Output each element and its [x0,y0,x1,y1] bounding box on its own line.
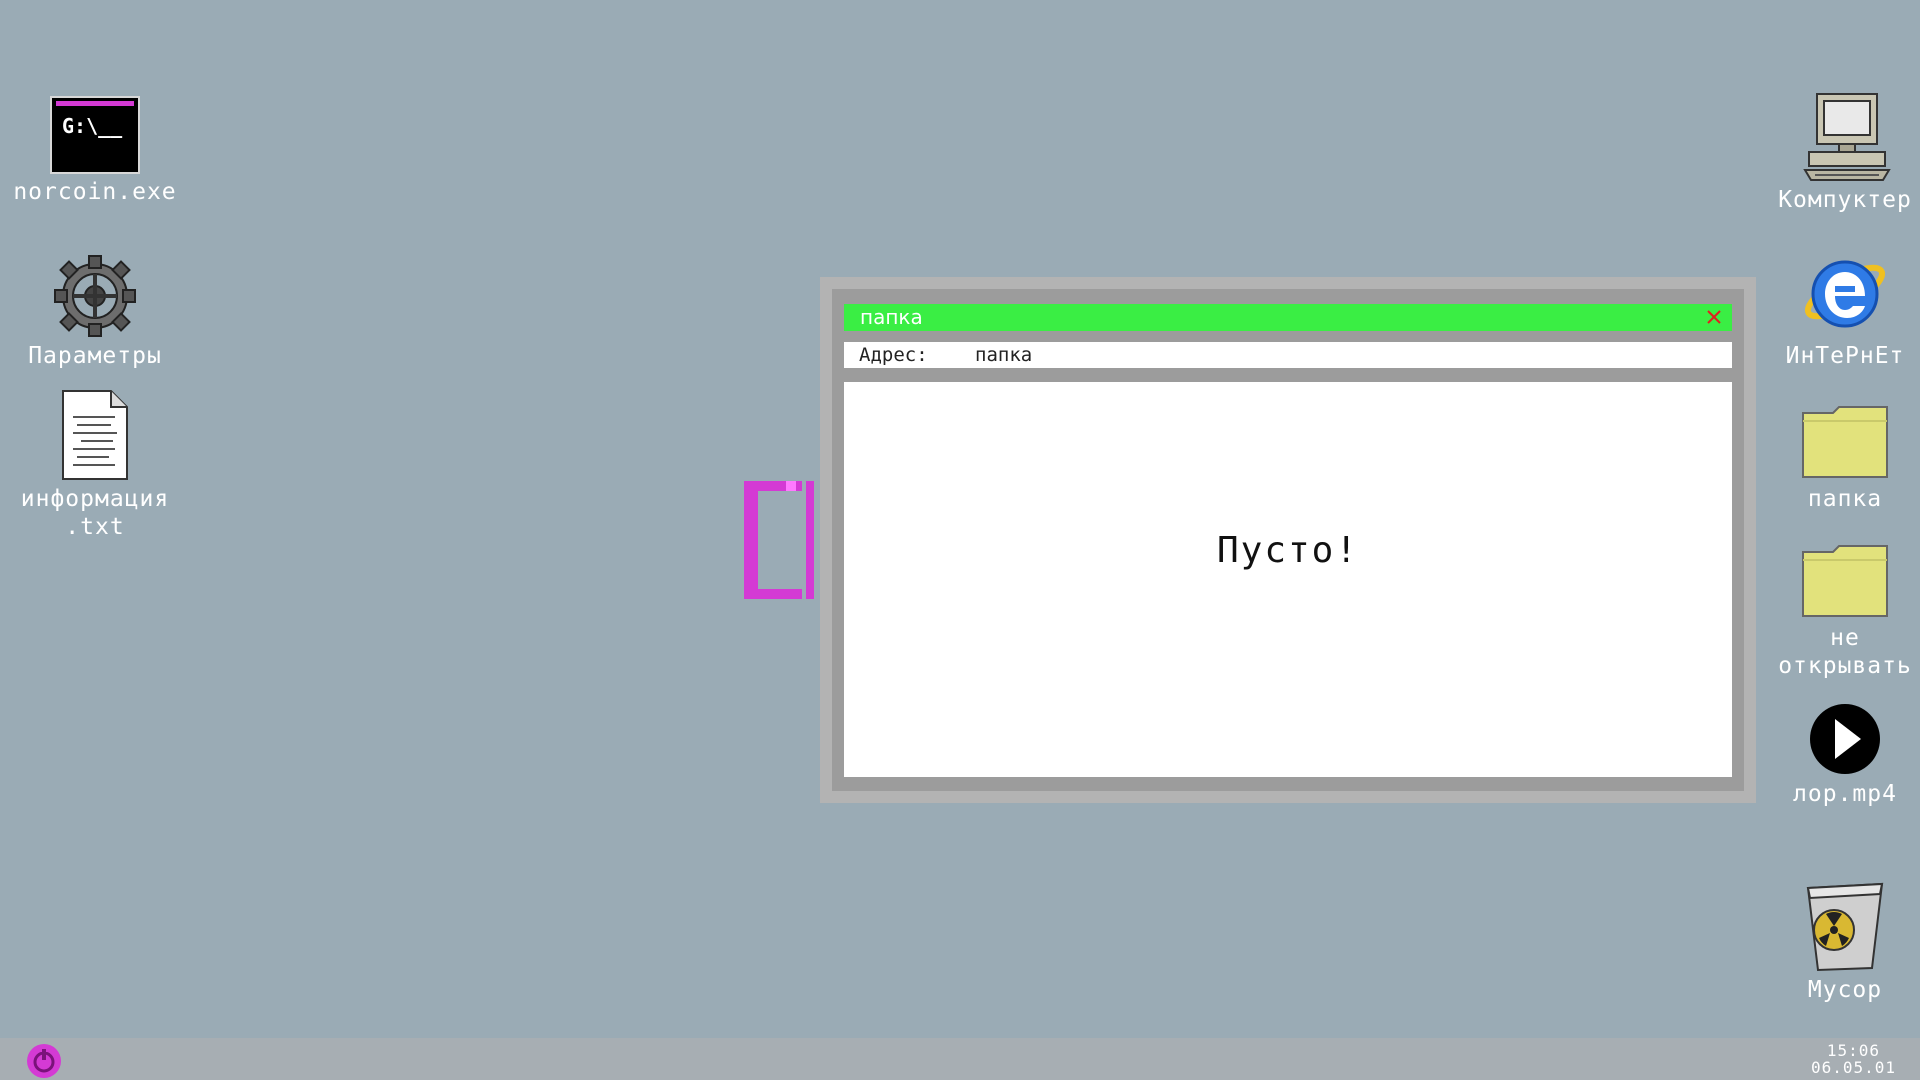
address-bar[interactable]: Адрес: папка [844,342,1732,368]
desktop-icon-label: информация .txt [20,486,170,540]
address-value: папка [975,344,1033,366]
desktop-icon-label: norcoin.exe [13,179,177,205]
desktop-icon-norcoin[interactable]: G:\__ norcoin.exe [0,96,190,206]
desktop: G:\__ norcoin.exe Параметры информация .… [0,0,1920,1038]
desktop-icon-video[interactable]: лор.mp4 [1750,702,1920,808]
close-icon[interactable] [1704,307,1724,327]
trash-icon [1806,882,1884,972]
taskbar: 15:06 06.05.01 [0,1038,1920,1080]
window-titlebar[interactable]: папка [844,304,1732,331]
desktop-icon-label: не открывать [1778,625,1912,679]
system-clock[interactable]: 15:06 06.05.01 [1811,1042,1896,1076]
terminal-icon: G:\__ [50,96,140,174]
play-icon [1810,704,1880,774]
terminal-icon-text: G:\__ [62,114,123,138]
power-icon[interactable] [26,1043,62,1079]
folder-content-area[interactable]: Пусто! [844,382,1732,777]
folder-icon [1802,406,1888,478]
desktop-icon-label: ИнТеРнЕт [1785,343,1905,369]
desktop-icon-info-txt[interactable]: информация .txt [0,389,190,541]
desktop-icon-computer[interactable]: Компуктер [1750,90,1920,214]
desktop-icon-label: папка [1807,486,1883,512]
folder-window: папка Адрес: папка Пусто! [820,277,1756,803]
computer-icon [1803,93,1891,181]
gear-icon [54,255,136,337]
internet-explorer-icon [1804,260,1886,328]
text-file-icon [62,390,128,480]
desktop-icon-label: Параметры [28,343,162,369]
folder-icon [1802,545,1888,617]
desktop-icon-folder[interactable]: папка [1750,403,1920,513]
clock-time: 15:06 [1826,1041,1881,1060]
desktop-icon-label: Мусор [1807,977,1883,1003]
desktop-icon-label: лор.mp4 [1793,781,1897,807]
desktop-icon-internet[interactable]: ИнТеРнЕт [1750,246,1920,370]
desktop-icon-trash[interactable]: Мусор [1750,880,1920,1004]
desktop-icon-do-not-open[interactable]: не открывать [1750,542,1920,680]
desktop-icon-parameters[interactable]: Параметры [0,254,190,370]
empty-message: Пусто! [1216,530,1360,571]
address-label: Адрес: [859,344,928,366]
window-title: папка [860,305,923,329]
clock-date: 06.05.01 [1810,1058,1896,1077]
partially-hidden-window-edge [744,481,814,599]
desktop-icon-label: Компуктер [1778,187,1912,213]
